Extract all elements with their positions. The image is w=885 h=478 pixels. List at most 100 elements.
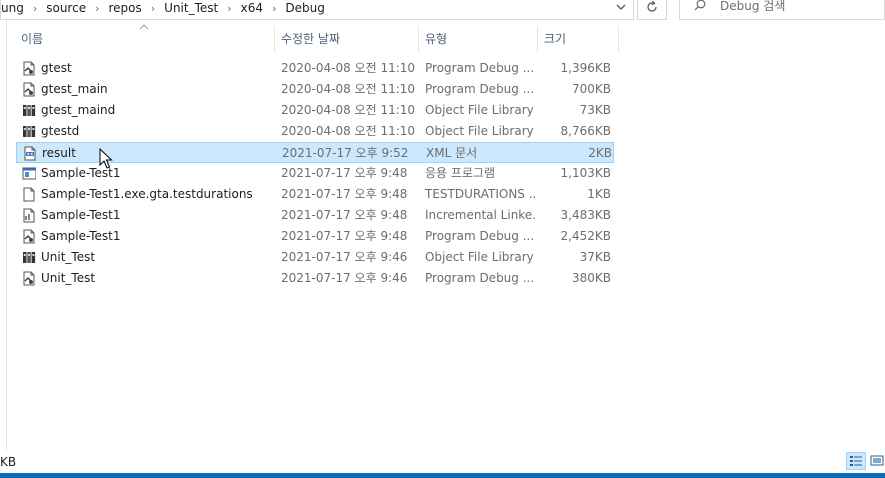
file-date: 2020-04-08 오전 11:10 <box>281 61 416 75</box>
file-date: 2021-07-17 오후 9:46 <box>281 250 408 264</box>
file-date: 2021-07-17 오후 9:48 <box>281 166 408 180</box>
file-name: gtestd <box>41 124 80 138</box>
file-date: 2020-04-08 오전 11:10 <box>281 124 416 138</box>
file-row[interactable]: gtest_maind 2020-04-08 오전 11:10 Object Fil… <box>16 100 614 121</box>
breadcrumb-item[interactable]: Unit_Test <box>164 1 218 15</box>
file-name: Unit_Test <box>41 250 96 264</box>
file-name: Unit_Test <box>41 271 96 285</box>
search-input[interactable] <box>720 0 880 14</box>
status-text: KB <box>0 455 17 469</box>
column-header-name-label: 이름 <box>21 32 44 46</box>
file-date: 2021-07-17 오후 9:52 <box>282 146 409 160</box>
file-type: 응용 프로그램 <box>425 166 496 180</box>
file-name: result <box>42 146 76 160</box>
chevron-down-icon[interactable] <box>613 0 629 15</box>
breadcrumb-item[interactable]: x64 <box>241 1 263 15</box>
lib-file-icon <box>23 252 36 263</box>
refresh-button[interactable] <box>637 0 667 20</box>
file-name: Sample-Test1 <box>41 166 121 180</box>
column-header-type-label: 유형 <box>425 32 448 46</box>
pdb-file-icon <box>23 61 35 76</box>
column-header-type[interactable]: 유형 <box>419 26 537 52</box>
file-row[interactable]: gtestd 2020-04-08 오전 11:10 Object File Lib… <box>16 121 614 142</box>
navigation-pane-edge <box>0 20 7 450</box>
file-date: 2021-07-17 오후 9:46 <box>281 271 408 285</box>
breadcrumb-item[interactable]: source <box>46 1 86 15</box>
file-name: gtest <box>41 61 72 75</box>
column-header-date-label: 수정한 날짜 <box>281 32 341 46</box>
details-view-icon <box>850 456 862 466</box>
file-date: 2020-04-08 오전 11:10 <box>281 103 416 117</box>
lib-file-icon <box>23 126 36 137</box>
file-size: 3,483KB <box>560 208 611 222</box>
file-name: gtest_maind <box>41 103 116 117</box>
column-divider[interactable] <box>618 26 619 52</box>
file-name: Sample-Test1 <box>41 229 121 243</box>
file-row[interactable]: Unit_Test 2021-07-17 오후 9:46 Object File L… <box>16 247 614 268</box>
file-type: Program Debug ... <box>425 82 535 96</box>
file-row[interactable]: gtest_main 2020-04-08 오전 11:10 Program Deb… <box>16 79 614 100</box>
breadcrumb-item[interactable]: Debug <box>285 1 324 15</box>
file-date: 2021-07-17 오후 9:48 <box>281 208 408 222</box>
file-date: 2021-07-17 오후 9:48 <box>281 229 408 243</box>
breadcrumb-separator-icon[interactable]: › <box>272 2 276 15</box>
xml-file-icon <box>24 146 36 161</box>
breadcrumb: ung › source › repos › Unit_Test › x64 › Debug <box>1 0 325 16</box>
file-size: 700KB <box>571 82 611 96</box>
file-size: 8,766KB <box>560 124 611 138</box>
file-size: 37KB <box>579 250 611 264</box>
file-type: Object File Library <box>425 124 534 138</box>
file-size: 73KB <box>579 103 611 117</box>
mouse-cursor-icon <box>99 148 113 169</box>
breadcrumb-item[interactable]: ung <box>1 1 24 15</box>
file-name: gtest_main <box>41 82 108 96</box>
file-size: 1KB <box>587 187 611 201</box>
file-size: 2,452KB <box>560 229 611 243</box>
pdb-file-icon <box>23 271 35 286</box>
file-size: 2KB <box>588 146 612 160</box>
large-icons-view-button[interactable] <box>869 452 885 470</box>
file-size: 1,396KB <box>560 61 611 75</box>
search-icon <box>694 0 706 11</box>
file-size: 380KB <box>571 271 611 285</box>
file-type: XML 문서 <box>426 146 478 160</box>
file-row[interactable]: Unit_Test 2021-07-17 오후 9:46 Program Debug… <box>16 268 614 289</box>
sort-ascending-icon <box>139 24 149 30</box>
file-type: Program Debug ... <box>425 229 535 243</box>
file-type: Incremental Linke... <box>425 208 535 222</box>
pdb-file-icon <box>23 82 35 97</box>
breadcrumb-item[interactable]: repos <box>109 1 142 15</box>
file-name: Sample-Test1 <box>41 208 121 222</box>
column-header-size[interactable]: 크기 <box>538 26 618 52</box>
breadcrumb-separator-icon[interactable]: › <box>227 2 231 15</box>
column-header-date[interactable]: 수정한 날짜 <box>275 26 418 52</box>
lib-file-icon <box>23 105 36 116</box>
file-name: Sample-Test1.exe.gta.testdurations <box>41 187 253 201</box>
search-box[interactable] <box>679 0 885 20</box>
file-row[interactable]: Sample-Test1.exe.gta.testdurations 2021-0… <box>16 184 614 205</box>
breadcrumb-separator-icon[interactable]: › <box>151 2 155 15</box>
file-type: Object File Library <box>425 103 534 117</box>
file-size: 1,103KB <box>560 166 611 180</box>
ilk-file-icon <box>23 208 35 223</box>
large-icons-view-icon <box>870 455 884 466</box>
address-bar[interactable]: ung › source › repos › Unit_Test › x64 › Debug <box>0 0 634 20</box>
details-view-button[interactable] <box>846 452 866 470</box>
breadcrumb-separator-icon[interactable]: › <box>33 2 37 15</box>
pdb-file-icon <box>23 229 35 244</box>
file-row[interactable]: Sample-Test1 2021-07-17 오후 9:48 Incrementa… <box>16 205 614 226</box>
file-type: Program Debug ... <box>425 271 535 285</box>
file-type: Program Debug ... <box>425 61 535 75</box>
file-type: Object File Library <box>425 250 534 264</box>
file-date: 2021-07-17 오후 9:48 <box>281 187 408 201</box>
column-header-size-label: 크기 <box>544 32 567 46</box>
refresh-icon <box>647 0 657 12</box>
file-row[interactable]: gtest 2020-04-08 오전 11:10 Program Debug ..… <box>16 58 614 79</box>
blank-file-icon <box>23 187 35 202</box>
file-type: TESTDURATIONS ... <box>425 187 535 201</box>
file-row[interactable]: Sample-Test1 2021-07-17 오후 9:48 Program De… <box>16 226 614 247</box>
breadcrumb-separator-icon[interactable]: › <box>95 2 99 15</box>
taskbar <box>0 473 885 478</box>
file-date: 2020-04-08 오전 11:10 <box>281 82 416 96</box>
exe-file-icon <box>22 167 36 180</box>
